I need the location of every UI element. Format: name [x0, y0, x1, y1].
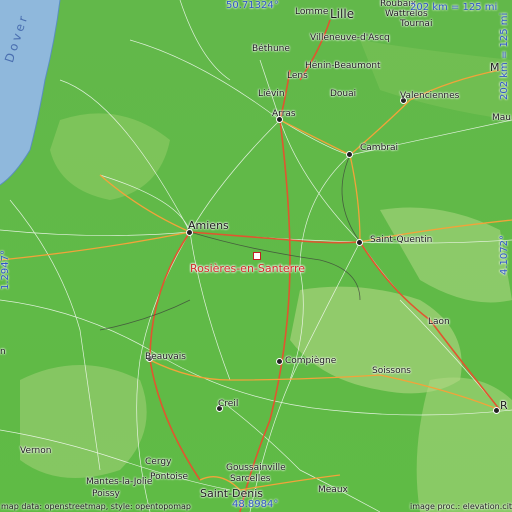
- location-marker-icon[interactable]: [253, 252, 261, 260]
- place-label: Cergy: [145, 457, 172, 467]
- place-label: Villeneuve-d'Ascq: [310, 33, 390, 43]
- city-dot: [346, 151, 353, 158]
- place-label: R: [500, 399, 508, 412]
- place-label: Hénin-Beaumont: [305, 61, 381, 71]
- place-label: Liévin: [258, 89, 285, 99]
- scale-right-label: 202 km = 125 mi: [499, 12, 510, 100]
- lat-bottom-label: 48.8984°: [232, 499, 279, 510]
- place-label: Lille: [330, 7, 355, 21]
- place-label: Lomme: [295, 7, 329, 17]
- city-dot: [276, 358, 283, 365]
- city-dot: [356, 239, 363, 246]
- place-label: Laon: [428, 317, 450, 327]
- place-label: Goussainville: [226, 463, 286, 473]
- place-label: Sarcelles: [230, 474, 271, 484]
- place-label: Mau: [492, 113, 511, 123]
- place-label: Béthune: [252, 44, 290, 54]
- place-label: Amiens: [188, 219, 229, 232]
- place-label: Soissons: [372, 366, 411, 376]
- lat-top-label: 50.71324°: [226, 0, 279, 11]
- place-label: Arras: [272, 109, 296, 119]
- place-label: Creil: [218, 399, 239, 409]
- place-label: Valenciennes: [400, 91, 460, 101]
- place-label: Beauvais: [145, 352, 186, 362]
- place-label: Poissy: [92, 489, 120, 499]
- topographic-map[interactable]: Dover Lomme Lille Roubaix Tournai Wattre…: [0, 0, 512, 512]
- place-label: Saint-Denis: [200, 487, 264, 500]
- place-label: Vernon: [20, 446, 52, 456]
- place-label: Cambrai: [360, 143, 398, 153]
- city-dot: [493, 407, 500, 414]
- attribution-right: image proc.: elevation.city: [410, 502, 512, 511]
- lon-right-label: 4.1072°: [499, 235, 510, 275]
- place-label: Tournai: [400, 19, 433, 29]
- lon-left-label: 1.2947°: [0, 250, 11, 290]
- place-label: Douai: [330, 89, 357, 99]
- place-label: Compiègne: [285, 356, 337, 366]
- focus-city-label[interactable]: Rosières-en-Santerre: [190, 263, 305, 274]
- place-label: Meaux: [318, 485, 348, 495]
- place-label: Mantes-la-Jolie: [86, 477, 153, 487]
- place-label: Pontoise: [150, 472, 189, 482]
- place-label: Saint-Quentin: [370, 235, 433, 245]
- attribution-left: map data: openstreetmap, style: opentopo…: [1, 502, 191, 511]
- scale-top-label: 202 km = 125 mi: [410, 2, 498, 13]
- place-label: n: [0, 347, 6, 357]
- place-label: Lens: [287, 71, 308, 81]
